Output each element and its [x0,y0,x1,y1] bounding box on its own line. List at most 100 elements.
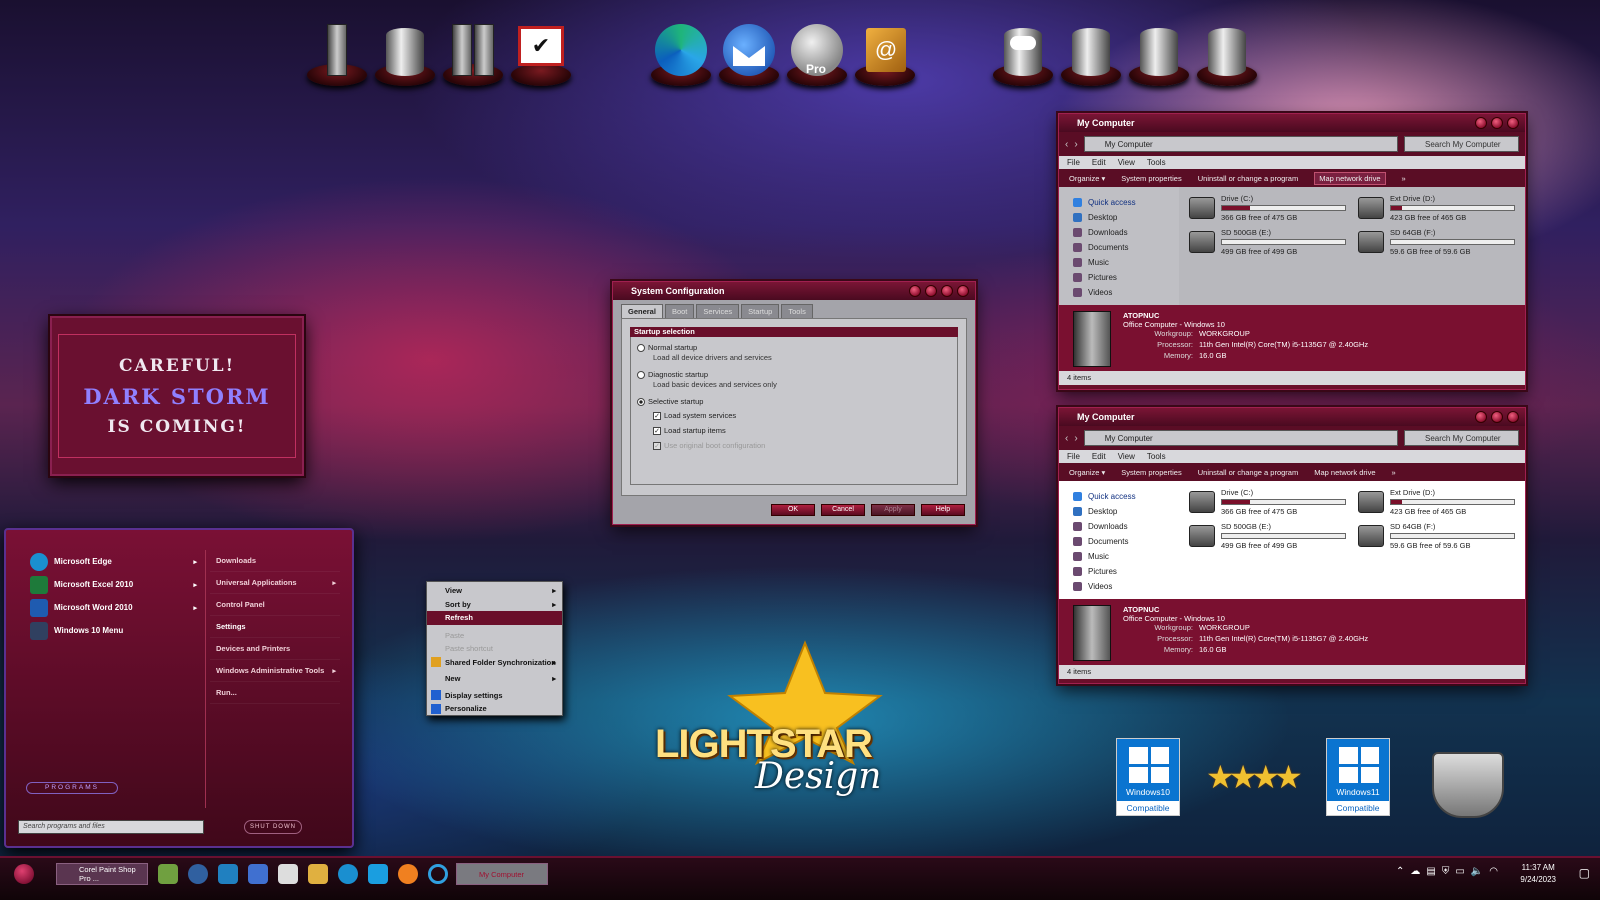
back-arrow-icon[interactable]: ‹ [1065,433,1068,444]
nav-desktop[interactable]: Desktop [1073,210,1179,225]
ctx-new[interactable]: New ▸ [427,672,562,686]
start-item-excel[interactable]: Microsoft Excel 2010 ▸ [16,573,205,596]
start-right-devices-printers[interactable]: Devices and Printers [210,638,340,660]
close-button[interactable] [1507,117,1519,129]
layers-app-icon[interactable] [218,864,238,884]
hard-drive-icon[interactable] [1058,20,1124,86]
map-network-drive-button[interactable]: Map network drive [1314,171,1386,185]
drive-item[interactable]: Drive (C:) 366 GB free of 475 GB [1189,487,1346,517]
load-system-services-checkbox[interactable]: ✓ Load system services [637,410,951,421]
nav-quick-access[interactable]: Quick access [1073,195,1179,210]
thunderbird-mail-icon[interactable] [716,20,782,86]
drive-item[interactable]: SD 64GB (F:) 59.6 GB free of 59.6 GB [1358,521,1515,551]
tray-chevron-icon[interactable]: ⌃ [1396,866,1404,877]
ctx-display-settings[interactable]: Display settings [427,689,562,703]
google-earth-pro-icon[interactable]: Pro [784,20,850,86]
nav-videos[interactable]: Videos [1073,579,1179,594]
hard-drive-icon[interactable] [1194,20,1260,86]
start-orb-icon[interactable] [14,864,34,884]
nav-music[interactable]: Music [1073,255,1179,270]
apply-button[interactable]: Apply [871,504,915,516]
nav-pictures[interactable]: Pictures [1073,564,1179,579]
window-app-icon[interactable] [248,864,268,884]
menu-edit[interactable]: Edit [1092,158,1106,167]
start-right-universal-apps[interactable]: Universal Applications ▸ [210,572,340,594]
drive-item[interactable]: Ext Drive (D:) 423 GB free of 465 GB [1358,487,1515,517]
nav-desktop[interactable]: Desktop [1073,504,1179,519]
minimize-button[interactable] [1475,411,1487,423]
tray-volume-icon[interactable]: 🔈 [1471,866,1483,877]
tab-tools[interactable]: Tools [781,304,813,318]
cortana-icon[interactable] [428,864,448,884]
help-dialog-button[interactable]: Help [921,504,965,516]
diagnostic-startup-radio[interactable]: Diagnostic startup [637,369,951,380]
search-input[interactable]: Search My Computer [1404,136,1519,152]
tray-security-icon[interactable]: ⛨ [1442,866,1450,877]
maximize-button[interactable] [1491,411,1503,423]
drive-item[interactable]: SD 500GB (E:) 499 GB free of 499 GB [1189,227,1346,257]
drive-item[interactable]: Drive (C:) 366 GB free of 475 GB [1189,193,1346,223]
start-right-downloads[interactable]: Downloads [210,550,340,572]
cursor-app-icon[interactable] [188,864,208,884]
taskbar-paintshop[interactable]: Corel Paint Shop Pro ... [56,863,148,885]
tab-startup[interactable]: Startup [741,304,780,318]
drive-item[interactable]: SD 64GB (F:) 59.6 GB free of 59.6 GB [1358,227,1515,257]
help-button[interactable] [909,285,921,297]
start-right-admin-tools[interactable]: Windows Administrative Tools ▸ [210,660,340,682]
ctx-shared-folder-sync[interactable]: Shared Folder Synchronization ▸ [427,656,562,670]
more-commands-button[interactable]: » [1402,174,1406,183]
selective-startup-radio[interactable]: Selective startup [637,396,951,407]
edge-browser-icon[interactable] [648,20,714,86]
folder-icon[interactable] [308,864,328,884]
organize-button[interactable]: Organize ▾ [1069,468,1105,477]
hard-drive-icon[interactable] [1126,20,1192,86]
close-button[interactable] [1507,411,1519,423]
nav-quick-access[interactable]: Quick access [1073,489,1179,504]
cloud-app-icon[interactable] [158,864,178,884]
shield-icon[interactable] [278,864,298,884]
start-right-settings[interactable]: Settings [210,616,340,638]
address-book-icon[interactable]: @ [852,20,918,86]
mycomputer-titlebar[interactable]: My Computer [1059,408,1525,426]
taskbar-my-computer[interactable]: My Computer [456,863,548,885]
notification-icon[interactable]: ▢ [1579,866,1590,880]
recycle-bin-icon[interactable] [1432,752,1504,818]
nav-pictures[interactable]: Pictures [1073,270,1179,285]
maximize-button[interactable] [941,285,953,297]
shutdown-button[interactable]: SHUT DOWN [244,820,302,834]
ctx-refresh[interactable]: Refresh [427,611,562,625]
close-button[interactable] [957,285,969,297]
back-arrow-icon[interactable]: ‹ [1065,139,1068,150]
tab-boot[interactable]: Boot [664,304,695,318]
hard-drive-icon[interactable] [372,20,438,86]
ctx-paste-shortcut[interactable]: Paste shortcut [427,642,562,656]
nav-downloads[interactable]: Downloads [1073,519,1179,534]
address-bar[interactable]: My Computer [1083,430,1398,446]
taskbar-clock[interactable]: 11:37 AM 9/24/2023 [1520,862,1556,886]
nav-documents[interactable]: Documents [1073,534,1179,549]
ctx-paste[interactable]: Paste [427,629,562,643]
server-towers-icon[interactable] [440,20,506,86]
ctx-view[interactable]: View ▸ [427,584,562,598]
nav-videos[interactable]: Videos [1073,285,1179,300]
menu-tools[interactable]: Tools [1147,452,1166,461]
system-properties-button[interactable]: System properties [1121,468,1181,477]
skype-icon[interactable] [368,864,388,884]
programs-button[interactable]: PROGRAMS [26,782,118,794]
ok-button[interactable]: OK [771,504,815,516]
firefox-icon[interactable] [398,864,418,884]
syscfg-titlebar[interactable]: System Configuration [613,282,975,300]
edge-taskbar-icon[interactable] [338,864,358,884]
start-item-win10-menu[interactable]: Windows 10 Menu [16,619,205,642]
uninstall-program-button[interactable]: Uninstall or change a program [1198,174,1298,183]
menu-tools[interactable]: Tools [1147,158,1166,167]
minimize-button[interactable] [925,285,937,297]
organize-button[interactable]: Organize ▾ [1069,174,1105,183]
cloud-drive-icon[interactable] [990,20,1056,86]
search-input[interactable]: Search My Computer [1404,430,1519,446]
start-right-control-panel[interactable]: Control Panel [210,594,340,616]
ctx-sort-by[interactable]: Sort by ▸ [427,598,562,612]
menu-edit[interactable]: Edit [1092,452,1106,461]
uninstall-program-button[interactable]: Uninstall or change a program [1198,468,1298,477]
forward-arrow-icon[interactable]: › [1074,433,1077,444]
